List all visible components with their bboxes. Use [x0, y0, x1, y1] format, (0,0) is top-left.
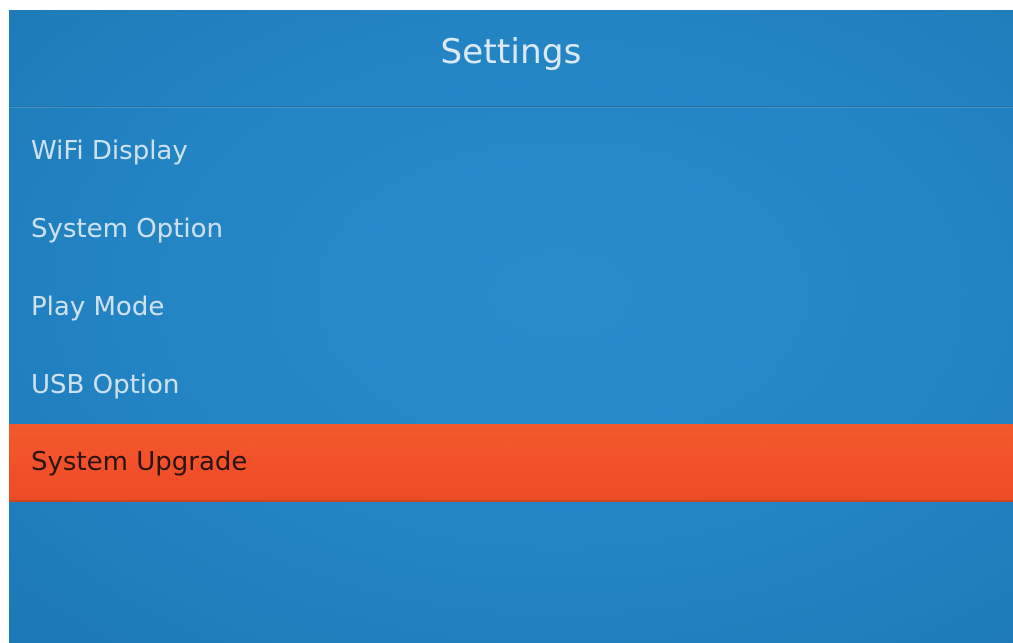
- menu-item-system-upgrade[interactable]: System Upgrade: [9, 424, 1013, 502]
- menu-item-label: System Option: [31, 214, 223, 244]
- menu-item-usb-option[interactable]: USB Option: [9, 346, 1013, 424]
- menu-item-wifi-display[interactable]: WiFi Display: [9, 112, 1013, 190]
- menu-item-play-mode[interactable]: Play Mode: [9, 268, 1013, 346]
- menu-item-label: USB Option: [31, 370, 180, 400]
- menu-item-label: System Upgrade: [31, 447, 248, 477]
- settings-menu: WiFi Display System Option Play Mode USB…: [9, 112, 1013, 502]
- menu-item-label: Play Mode: [31, 292, 165, 322]
- menu-item-system-option[interactable]: System Option: [9, 190, 1013, 268]
- page-title: Settings: [440, 32, 582, 72]
- menu-item-label: WiFi Display: [31, 136, 188, 166]
- header-divider: [9, 106, 1013, 108]
- settings-screen: Settings WiFi Display System Option Play…: [9, 10, 1013, 643]
